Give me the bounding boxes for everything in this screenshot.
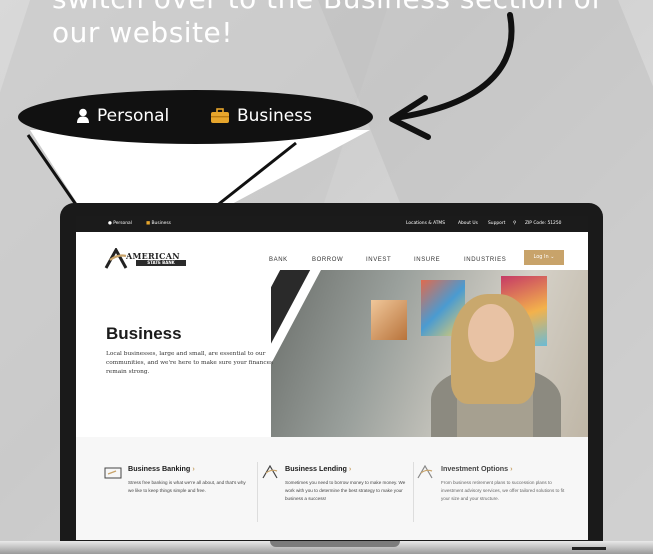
chevron-down-icon: ⌄ — [550, 254, 555, 260]
locations-link[interactable]: Locations & ATMS — [406, 221, 445, 226]
nav-bank[interactable]: BANK — [269, 257, 288, 263]
nav-invest[interactable]: INVEST — [366, 257, 391, 263]
hero-description: Local businesses, large and small, are e… — [106, 351, 274, 375]
business-tab[interactable]: Business — [210, 106, 312, 126]
page-title: Business — [106, 324, 182, 343]
card-title[interactable]: Investment Options › — [441, 464, 513, 473]
card-text: Stress free banking is what we're all ab… — [128, 480, 246, 493]
login-button[interactable]: Log In ⌄ — [524, 250, 564, 265]
search-icon[interactable]: ⚲ — [513, 221, 516, 226]
nav-borrow[interactable]: BORROW — [312, 257, 343, 263]
investment-icon — [417, 465, 433, 479]
logo-subtitle: STATE BANK — [136, 260, 186, 266]
card-text: Sometimes you need to borrow money to ma… — [285, 480, 406, 501]
card-title[interactable]: Business Banking › — [128, 464, 195, 473]
lending-icon — [262, 465, 278, 479]
divider — [413, 462, 414, 522]
card-title[interactable]: Business Lending › — [285, 464, 351, 473]
card-text: From business retirement plans to succes… — [441, 480, 565, 501]
topbar-business-link[interactable]: ■ Business — [146, 221, 171, 226]
hero-image — [271, 270, 588, 437]
laptop-notch — [270, 541, 400, 547]
support-link[interactable]: Support — [488, 221, 505, 226]
nav-insure[interactable]: INSURE — [414, 257, 440, 263]
utility-bar: ● Personal ■ Business Locations & ATMS A… — [76, 216, 588, 232]
briefcase-icon — [211, 108, 229, 123]
section-switcher-pill — [18, 90, 373, 144]
user-icon — [77, 108, 89, 123]
laptop-foot — [572, 547, 606, 550]
divider — [257, 462, 258, 522]
topbar-personal-link[interactable]: ● Personal — [108, 221, 132, 226]
zip-code-link[interactable]: ZIP Code: 51250 — [525, 221, 561, 226]
nav-industries[interactable]: INDUSTRIES — [464, 257, 506, 263]
about-link[interactable]: About Us — [458, 221, 478, 226]
business-tab-label: Business — [237, 106, 312, 126]
personal-tab-label: Personal — [97, 106, 170, 126]
personal-tab[interactable]: Personal — [76, 106, 169, 126]
laptop-screen: ● Personal ■ Business Locations & ATMS A… — [76, 216, 588, 540]
checkbook-icon — [104, 467, 122, 479]
